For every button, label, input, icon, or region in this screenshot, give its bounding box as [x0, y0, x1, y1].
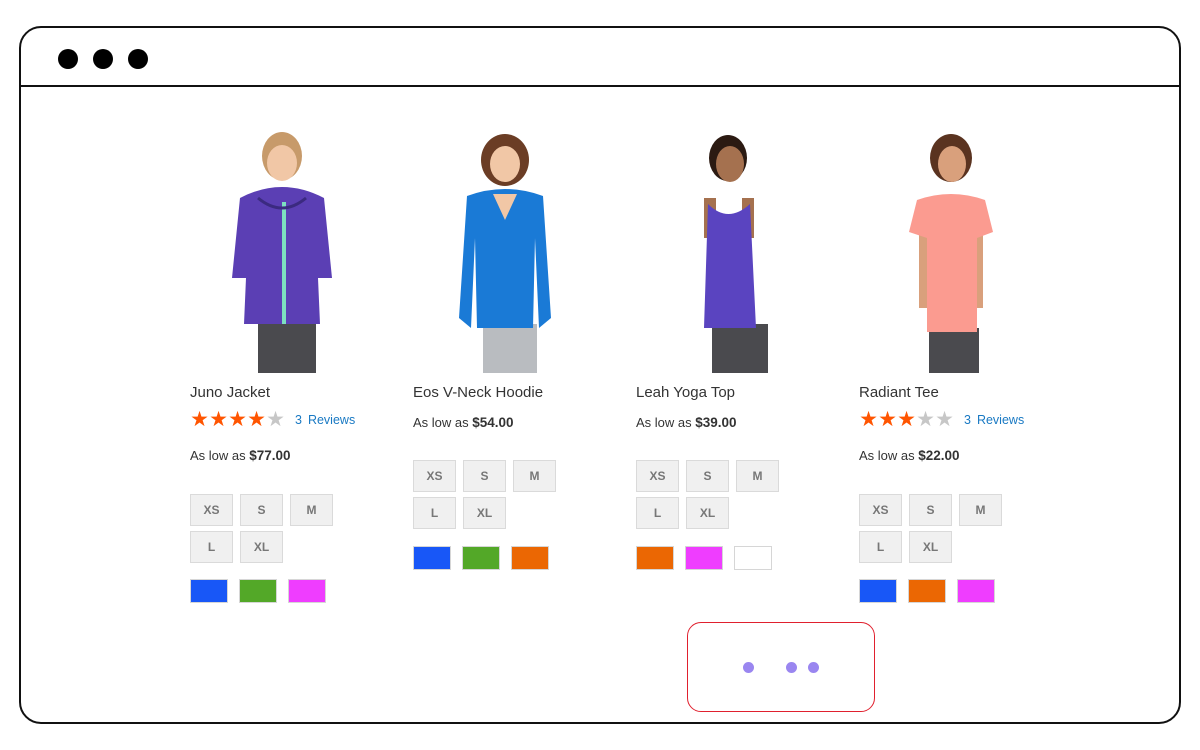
- tee-photo-icon: [909, 134, 993, 373]
- yoga-top-photo-icon: [704, 135, 768, 373]
- product-price: As low as $39.00: [636, 415, 737, 430]
- color-swatch-blue[interactable]: [413, 546, 451, 570]
- star-icon: ★: [935, 408, 954, 431]
- product-image-juno-jacket[interactable]: [200, 128, 360, 373]
- star-icon: ★: [897, 408, 916, 431]
- size-option-l[interactable]: L: [190, 531, 233, 563]
- product-image-eos-v-neck-hoodie[interactable]: [423, 128, 583, 373]
- star-icon: ★: [916, 408, 935, 431]
- size-option-xs[interactable]: XS: [859, 494, 902, 526]
- hoodie-photo-icon: [459, 134, 551, 373]
- price-prefix: As low as: [190, 448, 246, 463]
- reviews-link[interactable]: 3 Reviews: [964, 413, 1030, 427]
- product-rating: ★ ★ ★ ★ ★ 3 Reviews: [190, 409, 361, 431]
- product-card-juno-jacket: Juno Jacket ★ ★ ★ ★ ★ 3 Reviews As low as…: [190, 128, 390, 603]
- star-icon: ★: [228, 408, 247, 431]
- price-value: $77.00: [249, 448, 291, 463]
- price-value: $39.00: [695, 415, 737, 430]
- color-swatches: [413, 546, 560, 570]
- product-price: As low as $77.00: [190, 448, 291, 463]
- size-option-xs[interactable]: XS: [190, 494, 233, 526]
- product-card-eos-v-neck-hoodie: Eos V-Neck Hoodie As low as $54.00 XS S M L…: [413, 128, 613, 570]
- loading-dot-icon: [743, 662, 754, 673]
- size-option-s[interactable]: S: [463, 460, 506, 492]
- window-titlebar: [21, 28, 1179, 87]
- size-options: XS S M L XL: [859, 494, 1019, 568]
- color-swatch-green[interactable]: [462, 546, 500, 570]
- star-icon: ★: [878, 408, 897, 431]
- size-option-m[interactable]: M: [513, 460, 556, 492]
- star-icon: ★: [859, 408, 878, 431]
- size-option-l[interactable]: L: [636, 497, 679, 529]
- price-prefix: As low as: [636, 415, 692, 430]
- product-card-radiant-tee: Radiant Tee ★ ★ ★ ★ ★ 3 Reviews As low as…: [859, 128, 1059, 603]
- color-swatch-orange[interactable]: [511, 546, 549, 570]
- size-option-l[interactable]: L: [413, 497, 456, 529]
- product-rating: ★ ★ ★ ★ ★ 3 Reviews: [859, 409, 1030, 431]
- product-name[interactable]: Radiant Tee: [859, 384, 939, 401]
- size-option-m[interactable]: M: [290, 494, 333, 526]
- rating-stars: ★ ★ ★ ★ ★: [190, 409, 285, 431]
- size-option-m[interactable]: M: [736, 460, 779, 492]
- size-options: XS S M L XL: [190, 494, 350, 568]
- color-swatch-blue[interactable]: [859, 579, 897, 603]
- color-swatch-blue[interactable]: [190, 579, 228, 603]
- price-value: $22.00: [918, 448, 960, 463]
- color-swatch-white[interactable]: [734, 546, 772, 570]
- star-icon: ★: [247, 408, 266, 431]
- star-icon: ★: [266, 408, 285, 431]
- star-icon: ★: [190, 408, 209, 431]
- review-label: Reviews: [307, 413, 356, 427]
- maximize-dot[interactable]: [128, 49, 148, 69]
- size-options: XS S M L XL: [413, 460, 573, 534]
- color-swatch-purple[interactable]: [685, 546, 723, 570]
- size-option-xl[interactable]: XL: [240, 531, 283, 563]
- size-option-xl[interactable]: XL: [463, 497, 506, 529]
- color-swatches: [190, 579, 337, 603]
- product-card-leah-yoga-top: Leah Yoga Top As low as $39.00 XS S M L XL: [636, 128, 836, 570]
- product-image-radiant-tee[interactable]: [869, 128, 1029, 373]
- color-swatch-purple[interactable]: [288, 579, 326, 603]
- color-swatches: [859, 579, 1006, 603]
- product-price: As low as $54.00: [413, 415, 514, 430]
- size-option-xs[interactable]: XS: [413, 460, 456, 492]
- size-option-l[interactable]: L: [859, 531, 902, 563]
- review-count: 3: [295, 413, 302, 427]
- star-icon: ★: [209, 408, 228, 431]
- product-name[interactable]: Juno Jacket: [190, 384, 270, 401]
- size-option-xl[interactable]: XL: [686, 497, 729, 529]
- size-option-s[interactable]: S: [686, 460, 729, 492]
- review-label: Reviews: [976, 413, 1025, 427]
- size-option-xl[interactable]: XL: [909, 531, 952, 563]
- reviews-link[interactable]: 3 Reviews: [295, 413, 361, 427]
- color-swatches: [636, 546, 783, 570]
- product-price: As low as $22.00: [859, 448, 960, 463]
- loading-indicator: [687, 622, 875, 712]
- price-prefix: As low as: [413, 415, 469, 430]
- product-image-leah-yoga-top[interactable]: [646, 128, 806, 373]
- rating-stars: ★ ★ ★ ★ ★: [859, 409, 954, 431]
- loading-dot-icon: [786, 662, 797, 673]
- minimize-dot[interactable]: [93, 49, 113, 69]
- browser-window: Juno Jacket ★ ★ ★ ★ ★ 3 Reviews As low as…: [19, 26, 1181, 724]
- jacket-photo-icon: [232, 132, 332, 373]
- review-count: 3: [964, 413, 971, 427]
- close-dot[interactable]: [58, 49, 78, 69]
- size-option-s[interactable]: S: [909, 494, 952, 526]
- size-options: XS S M L XL: [636, 460, 796, 534]
- size-option-m[interactable]: M: [959, 494, 1002, 526]
- size-option-xs[interactable]: XS: [636, 460, 679, 492]
- price-value: $54.00: [472, 415, 514, 430]
- product-name[interactable]: Leah Yoga Top: [636, 384, 735, 401]
- color-swatch-green[interactable]: [239, 579, 277, 603]
- color-swatch-purple[interactable]: [957, 579, 995, 603]
- color-swatch-orange[interactable]: [908, 579, 946, 603]
- product-name[interactable]: Eos V-Neck Hoodie: [413, 384, 543, 401]
- loading-dot-icon: [808, 662, 819, 673]
- price-prefix: As low as: [859, 448, 915, 463]
- color-swatch-orange[interactable]: [636, 546, 674, 570]
- size-option-s[interactable]: S: [240, 494, 283, 526]
